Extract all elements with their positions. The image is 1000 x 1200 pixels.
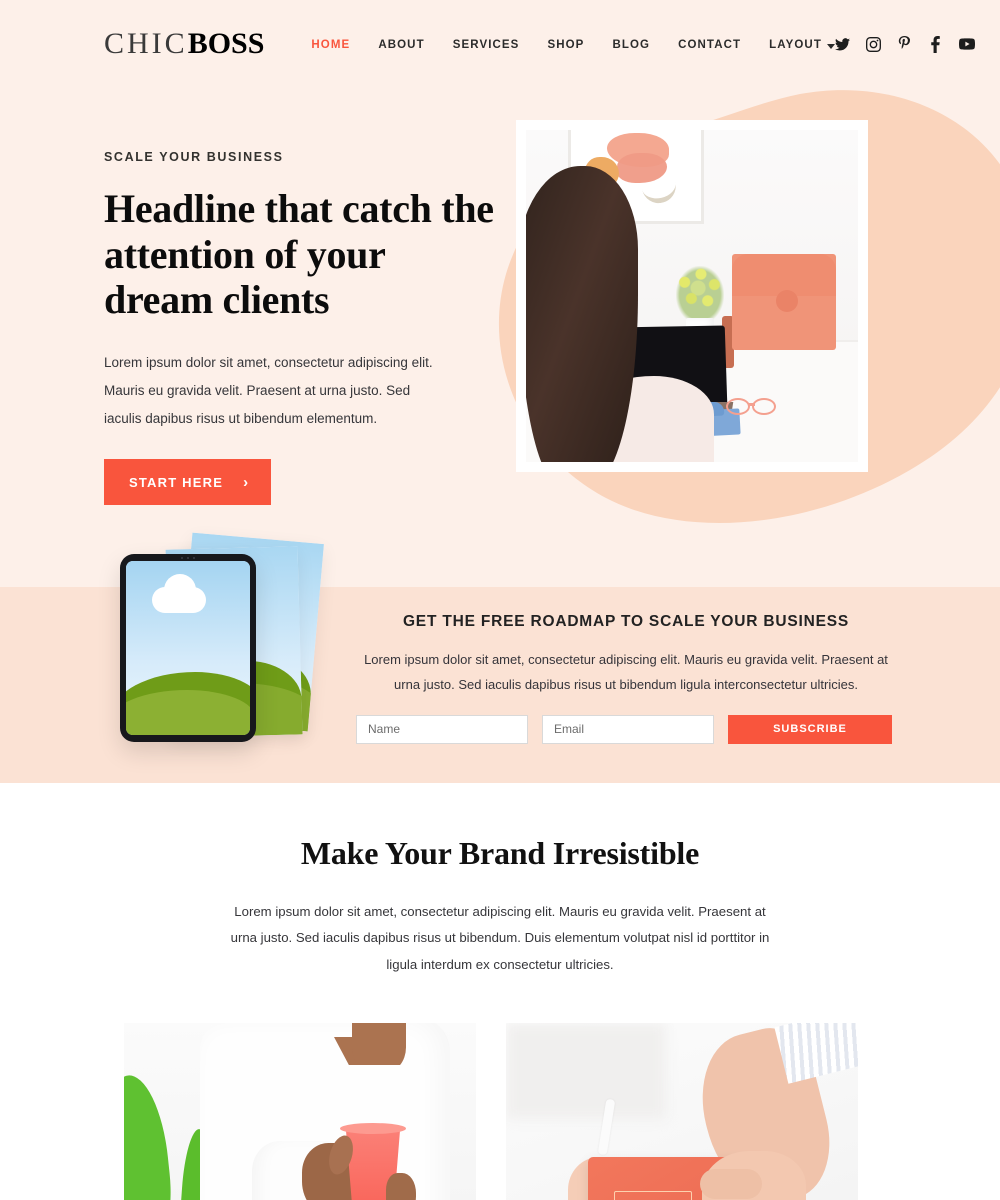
newsletter-subtitle: Lorem ipsum dolor sit amet, consectetur … <box>364 652 888 693</box>
nav-links-list: HOME ABOUT SERVICES SHOP BLOG CONTACT LA… <box>311 35 835 53</box>
site-logo[interactable]: CHICBOSS <box>104 29 264 59</box>
tablet-camera-icon <box>177 557 199 560</box>
hero-paragraph: Lorem ipsum dolor sit amet, consectetur … <box>104 354 433 426</box>
social-links <box>835 35 975 53</box>
hero-content: SCALE YOUR BUSINESS Headline that catch … <box>0 88 1000 506</box>
nav-item-contact[interactable]: CONTACT <box>678 35 741 53</box>
facebook-icon[interactable] <box>928 35 944 53</box>
nav-link-layout[interactable]: LAYOUT <box>769 39 835 51</box>
screen-cloud <box>152 574 206 613</box>
photo-purse-button <box>776 290 798 312</box>
brand-section: Make Your Brand Irresistible Lorem ipsum… <box>0 783 1000 1200</box>
glasses-lens-right <box>752 398 776 415</box>
nav-item-home[interactable]: HOME <box>311 35 350 53</box>
start-here-button[interactable]: START HERE › <box>104 459 272 506</box>
tablet-device <box>120 554 256 742</box>
name-input[interactable] <box>356 714 528 744</box>
card1-neckline-white <box>330 1065 406 1128</box>
hero-image-column <box>516 88 868 505</box>
youtube-icon[interactable] <box>958 36 975 52</box>
newsletter-form: SUBSCRIBE <box>356 714 896 744</box>
main-navigation: CHICBOSS HOME ABOUT SERVICES SHOP BLOG C… <box>0 0 1000 88</box>
nav-item-layout[interactable]: LAYOUT <box>769 35 835 53</box>
subscribe-button[interactable]: SUBSCRIBE <box>728 714 892 744</box>
brand-paragraph: Lorem ipsum dolor sit amet, consectetur … <box>230 904 770 972</box>
nav-link-shop[interactable]: SHOP <box>547 39 584 51</box>
pinterest-icon[interactable] <box>897 36 913 52</box>
brand-cards: notes <box>0 978 1000 1200</box>
nav-item-services[interactable]: SERVICES <box>453 35 520 53</box>
nav-link-home[interactable]: HOME <box>311 39 350 51</box>
glasses-lens-left <box>726 398 750 415</box>
art-blob-2 <box>617 153 667 183</box>
nav-item-about[interactable]: ABOUT <box>378 35 424 53</box>
start-here-label: START HERE <box>129 475 224 491</box>
card2-notebook-frame <box>614 1191 692 1200</box>
hero-text-column: SCALE YOUR BUSINESS Headline that catch … <box>104 88 494 506</box>
nav-link-services[interactable]: SERVICES <box>453 39 520 51</box>
hero-photo-frame <box>516 120 868 472</box>
newsletter-title: GET THE FREE ROADMAP TO SCALE YOUR BUSIN… <box>402 613 850 630</box>
card2-blurred-object <box>506 1023 666 1120</box>
nav-item-blog[interactable]: BLOG <box>612 35 650 53</box>
card2-right-fingers <box>700 1169 762 1200</box>
nav-link-blog[interactable]: BLOG <box>612 39 650 51</box>
newsletter-content: GET THE FREE ROADMAP TO SCALE YOUR BUSIN… <box>356 587 896 744</box>
hero-eyebrow: SCALE YOUR BUSINESS <box>104 150 284 164</box>
tablet-mockup <box>112 530 352 790</box>
photo-woman-hair <box>526 166 638 462</box>
nav-item-shop[interactable]: SHOP <box>547 35 584 53</box>
logo-text-thin: CHIC <box>104 27 188 60</box>
page-title: Headline that catch the attention of you… <box>104 186 494 323</box>
chevron-right-icon: › <box>243 474 250 492</box>
email-input[interactable] <box>542 714 714 744</box>
brand-card-2[interactable]: notes <box>506 1023 858 1200</box>
photo-glasses <box>726 398 784 418</box>
logo-text-bold: BOSS <box>187 27 265 60</box>
brand-card-1[interactable] <box>124 1023 476 1200</box>
photo-plant-leaves <box>676 266 724 324</box>
tablet-screen <box>126 561 250 735</box>
nav-link-about[interactable]: ABOUT <box>378 39 424 51</box>
screen-hill-2 <box>126 689 250 735</box>
instagram-icon[interactable] <box>866 36 882 52</box>
chevron-down-icon <box>826 43 835 49</box>
nav-link-layout-label: LAYOUT <box>769 39 822 51</box>
hero-section: CHICBOSS HOME ABOUT SERVICES SHOP BLOG C… <box>0 0 1000 587</box>
brand-title: Make Your Brand Irresistible <box>300 835 700 871</box>
nav-link-contact[interactable]: CONTACT <box>678 39 741 51</box>
newsletter-section: GET THE FREE ROADMAP TO SCALE YOUR BUSIN… <box>0 532 1000 783</box>
twitter-icon[interactable] <box>835 36 851 52</box>
hero-photo <box>526 130 858 462</box>
glasses-bridge <box>749 403 755 406</box>
